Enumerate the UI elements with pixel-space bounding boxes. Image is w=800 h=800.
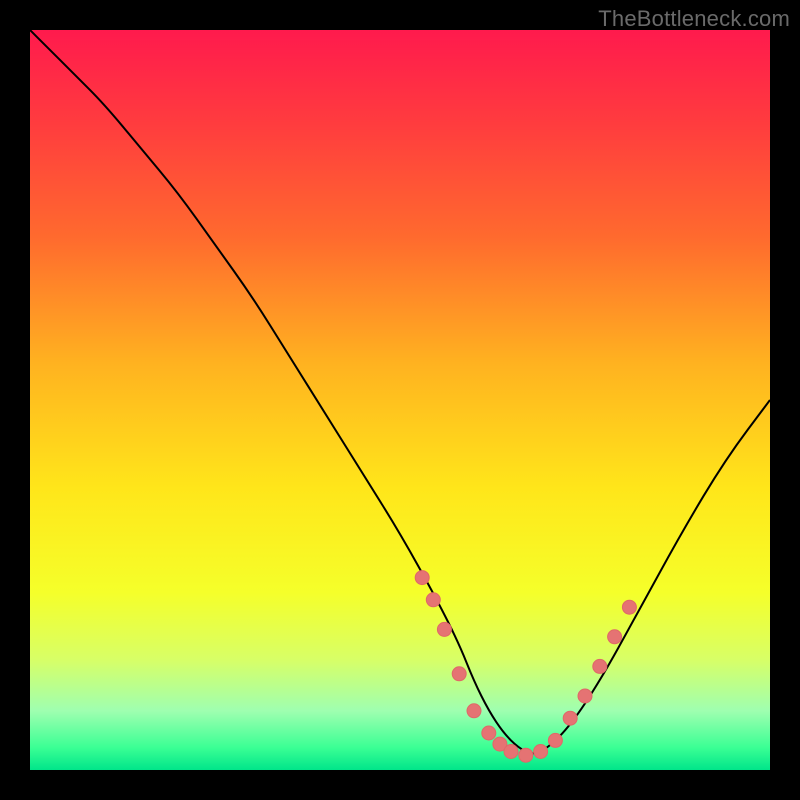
curve-marker (467, 704, 481, 718)
outer-frame: TheBottleneck.com (0, 0, 800, 800)
watermark-text: TheBottleneck.com (598, 6, 790, 32)
curve-marker (534, 745, 548, 759)
curve-marker (593, 659, 607, 673)
curve-marker (437, 622, 451, 636)
curve-markers (415, 571, 636, 763)
curve-marker (504, 745, 518, 759)
curve-marker (548, 733, 562, 747)
curve-marker (608, 630, 622, 644)
curve-marker (519, 748, 533, 762)
curve-marker (578, 689, 592, 703)
plot-area (30, 30, 770, 770)
chart-svg (30, 30, 770, 770)
bottleneck-curve (30, 30, 770, 753)
curve-marker (415, 571, 429, 585)
curve-marker (426, 593, 440, 607)
curve-marker (482, 726, 496, 740)
curve-marker (452, 667, 466, 681)
curve-marker (622, 600, 636, 614)
curve-marker (563, 711, 577, 725)
